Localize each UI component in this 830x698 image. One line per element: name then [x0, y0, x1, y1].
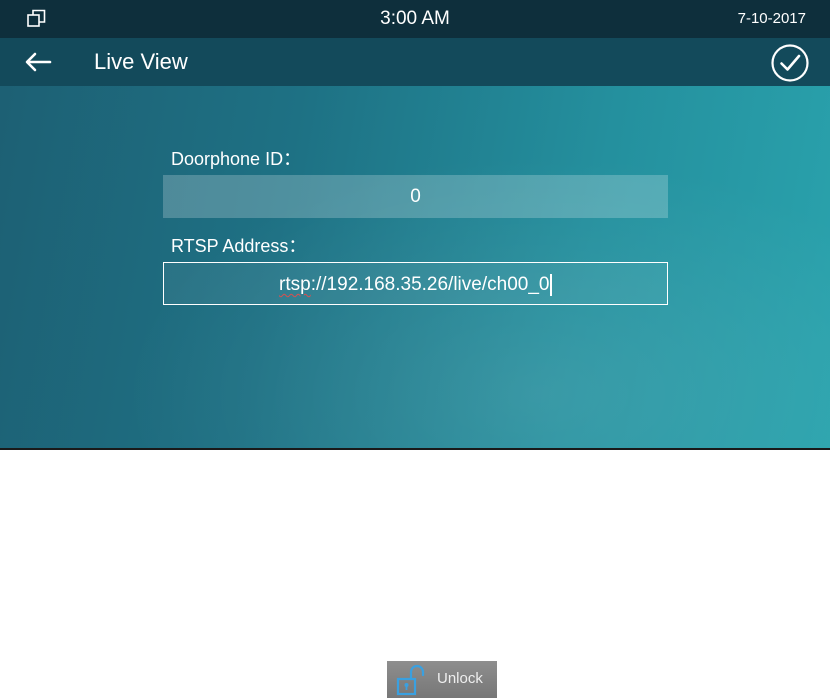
- doorphone-id-value: 0: [410, 186, 421, 207]
- check-circle-icon[interactable]: [770, 43, 810, 83]
- page-title: Live View: [94, 49, 188, 74]
- screen-divider: [0, 448, 830, 450]
- unlock-label: Unlock: [437, 670, 483, 687]
- doorphone-id-label: Doorphone ID：: [171, 149, 302, 169]
- text-cursor: [550, 273, 552, 296]
- device-screen: 3:00 AM 7-10-2017 Live View Doorphone ID…: [0, 0, 830, 448]
- rtsp-address-value-prefix: rtsp: [279, 274, 311, 295]
- doorphone-id-field[interactable]: 0: [163, 175, 668, 218]
- status-time: 3:00 AM: [380, 8, 450, 29]
- status-bar: 3:00 AM 7-10-2017: [0, 0, 830, 38]
- status-date: 7-10-2017: [737, 10, 806, 27]
- rtsp-address-value-rest: ://192.168.35.26/live/ch00_0: [310, 274, 550, 295]
- arrow-left-icon[interactable]: [22, 48, 56, 76]
- unlock-icon: [396, 664, 425, 696]
- rtsp-address-label: RTSP Address：: [171, 236, 307, 256]
- rtsp-address-field[interactable]: rtsp://192.168.35.26/live/ch00_0: [163, 262, 668, 305]
- unlock-button[interactable]: Unlock: [387, 661, 497, 698]
- app-bar: Live View: [0, 38, 830, 86]
